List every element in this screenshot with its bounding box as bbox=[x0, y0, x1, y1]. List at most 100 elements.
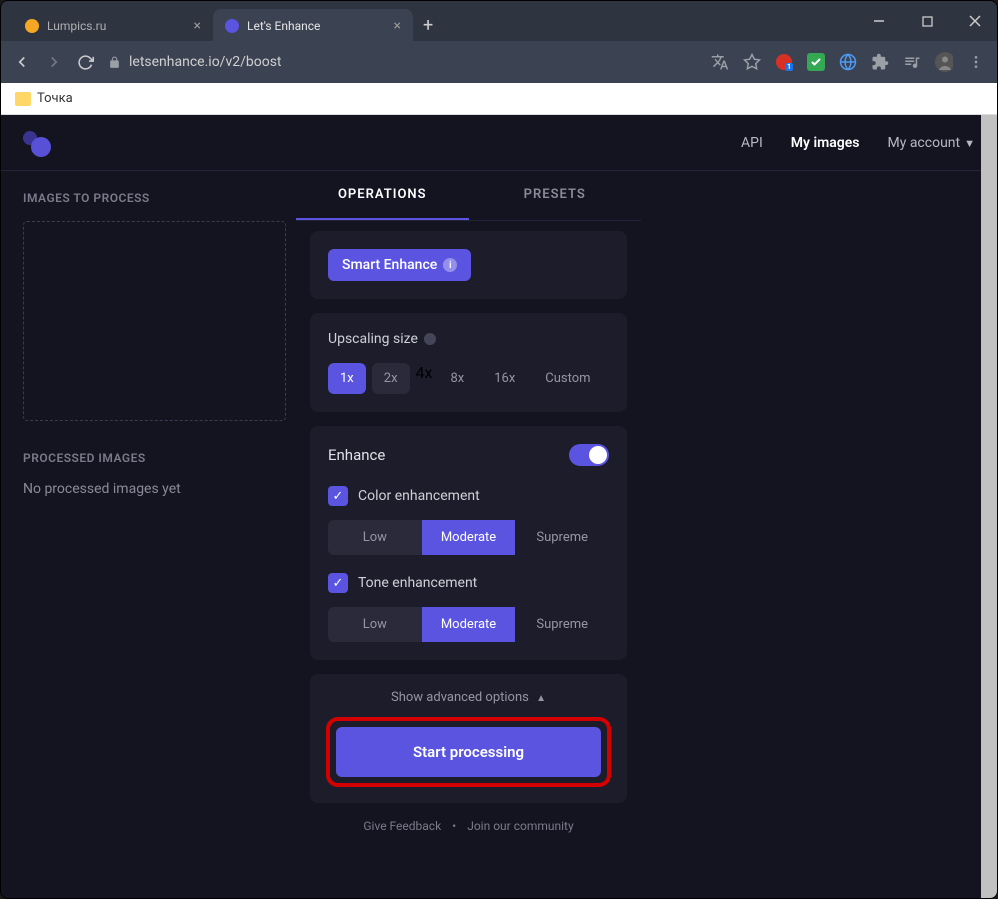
info-icon[interactable]: i bbox=[443, 258, 457, 272]
color-check-row: ✓ Color enhancement bbox=[328, 486, 609, 506]
url-text: letsenhance.io/v2/boost bbox=[129, 54, 282, 70]
address-bar: letsenhance.io/v2/boost 1 bbox=[1, 41, 997, 83]
color-checkbox[interactable]: ✓ bbox=[328, 486, 348, 506]
tone-moderate[interactable]: Moderate bbox=[422, 607, 516, 642]
start-processing-button[interactable]: Start processing bbox=[336, 727, 601, 777]
title-bar: Lumpics.ru × Let's Enhance × + bbox=[1, 1, 997, 41]
upscaling-label: Upscaling size bbox=[328, 331, 418, 347]
close-icon[interactable]: × bbox=[394, 18, 401, 34]
highlight-annotation: Start processing bbox=[326, 717, 611, 787]
nav-my-account[interactable]: My account▼ bbox=[888, 135, 976, 151]
window-controls bbox=[865, 7, 989, 35]
upload-dropzone[interactable] bbox=[23, 221, 286, 421]
browser-window: Lumpics.ru × Let's Enhance × + letsenhan… bbox=[0, 0, 998, 899]
page-scrollbar[interactable] bbox=[981, 115, 997, 898]
smart-enhance-chip[interactable]: Smart Enhance i bbox=[328, 249, 471, 281]
panel-scroll[interactable]: Smart Enhance i Upscaling size 1x 2x 4x bbox=[296, 221, 641, 898]
upscale-4x[interactable]: 4x bbox=[416, 363, 433, 394]
footer-links: Give Feedback • Join our community bbox=[296, 803, 641, 849]
info-icon[interactable] bbox=[424, 333, 436, 345]
app-content: API My images My account▼ IMAGES TO PROC… bbox=[1, 115, 997, 898]
panel-tabs: OPERATIONS PRESETS bbox=[296, 171, 641, 221]
action-card: Show advanced options ▲ Start processing bbox=[310, 674, 627, 803]
app-header: API My images My account▼ bbox=[1, 115, 997, 171]
chip-label: Smart Enhance bbox=[342, 257, 437, 273]
forward-button[interactable] bbox=[45, 53, 63, 71]
tab-operations[interactable]: OPERATIONS bbox=[296, 171, 469, 220]
avatar[interactable] bbox=[935, 53, 953, 71]
folder-icon bbox=[15, 92, 31, 106]
tone-check-row: ✓ Tone enhancement bbox=[328, 573, 609, 593]
community-link[interactable]: Join our community bbox=[467, 819, 573, 833]
nav-api[interactable]: API bbox=[741, 135, 763, 151]
app-body: IMAGES TO PROCESS PROCESSED IMAGES No pr… bbox=[1, 171, 997, 898]
upscale-2x[interactable]: 2x bbox=[372, 363, 410, 394]
tone-checkbox[interactable]: ✓ bbox=[328, 573, 348, 593]
left-column: IMAGES TO PROCESS PROCESSED IMAGES No pr… bbox=[1, 171, 296, 898]
chevron-down-icon: ▼ bbox=[964, 137, 975, 150]
extensions-icon[interactable] bbox=[871, 53, 889, 71]
upscale-16x[interactable]: 16x bbox=[482, 363, 527, 394]
reload-button[interactable] bbox=[77, 54, 94, 71]
color-levels: Low Moderate Supreme bbox=[328, 520, 609, 555]
chevron-up-icon: ▲ bbox=[536, 693, 546, 704]
smart-enhance-card: Smart Enhance i bbox=[310, 231, 627, 299]
tab-presets[interactable]: PRESETS bbox=[469, 171, 642, 220]
close-button[interactable] bbox=[961, 7, 989, 35]
upscaling-title: Upscaling size bbox=[328, 331, 609, 347]
logo[interactable] bbox=[23, 129, 51, 157]
to-process-heading: IMAGES TO PROCESS bbox=[23, 191, 286, 205]
star-icon[interactable] bbox=[743, 53, 761, 71]
favicon bbox=[25, 19, 39, 33]
no-processed-text: No processed images yet bbox=[23, 481, 286, 497]
address-right: 1 bbox=[711, 53, 985, 71]
close-icon[interactable]: × bbox=[194, 18, 201, 34]
browser-tab-letsenhance[interactable]: Let's Enhance × bbox=[213, 9, 413, 42]
svg-text:1: 1 bbox=[787, 63, 791, 71]
bookmarks-bar: Точка bbox=[1, 83, 997, 115]
tone-low[interactable]: Low bbox=[328, 607, 422, 642]
upscale-8x[interactable]: 8x bbox=[438, 363, 476, 394]
extension-3-icon[interactable] bbox=[839, 53, 857, 71]
color-label: Color enhancement bbox=[358, 488, 486, 504]
extension-2-icon[interactable] bbox=[807, 53, 825, 71]
enhance-toggle[interactable] bbox=[569, 444, 609, 466]
tone-supreme[interactable]: Supreme bbox=[515, 607, 609, 642]
translate-icon[interactable] bbox=[711, 53, 729, 71]
maximize-button[interactable] bbox=[913, 7, 941, 35]
advanced-options-link[interactable]: Show advanced options ▲ bbox=[326, 690, 611, 705]
lock-icon bbox=[108, 55, 121, 70]
upscale-custom[interactable]: Custom bbox=[533, 363, 602, 394]
upscale-options: 1x 2x 4x 8x 16x Custom bbox=[328, 363, 609, 394]
media-icon[interactable] bbox=[903, 53, 921, 71]
bookmark-item[interactable]: Точка bbox=[15, 91, 73, 106]
bookmark-label: Точка bbox=[37, 91, 73, 106]
browser-tab-lumpics[interactable]: Lumpics.ru × bbox=[13, 9, 213, 42]
feedback-link[interactable]: Give Feedback bbox=[363, 819, 441, 833]
menu-icon[interactable] bbox=[967, 53, 985, 71]
minimize-button[interactable] bbox=[865, 7, 893, 35]
favicon bbox=[225, 19, 239, 33]
nav-my-images[interactable]: My images bbox=[791, 135, 860, 151]
enhance-card: Enhance ✓ Color enhancement bbox=[310, 426, 627, 660]
tab-title: Let's Enhance bbox=[247, 19, 320, 33]
extension-1-icon[interactable]: 1 bbox=[775, 53, 793, 71]
processed-heading: PROCESSED IMAGES bbox=[23, 451, 286, 465]
tab-title: Lumpics.ru bbox=[47, 19, 106, 33]
color-label-text: Color enhancement bbox=[358, 488, 480, 504]
upscale-1x[interactable]: 1x bbox=[328, 363, 366, 394]
settings-panel: OPERATIONS PRESETS Smart Enhance i Upsca… bbox=[296, 171, 641, 898]
back-button[interactable] bbox=[13, 53, 31, 71]
color-low[interactable]: Low bbox=[328, 520, 422, 555]
top-nav: API My images My account▼ bbox=[741, 135, 975, 151]
new-tab-button[interactable]: + bbox=[413, 9, 443, 42]
color-moderate[interactable]: Moderate bbox=[422, 520, 516, 555]
nav-account-label: My account bbox=[888, 135, 961, 151]
url-field[interactable]: letsenhance.io/v2/boost bbox=[108, 54, 697, 70]
enhance-header: Enhance bbox=[328, 444, 609, 466]
browser-tabs: Lumpics.ru × Let's Enhance × + bbox=[13, 9, 443, 42]
color-supreme[interactable]: Supreme bbox=[515, 520, 609, 555]
tone-label: Tone enhancement bbox=[358, 575, 483, 591]
enhance-title: Enhance bbox=[328, 446, 391, 464]
tone-levels: Low Moderate Supreme bbox=[328, 607, 609, 642]
